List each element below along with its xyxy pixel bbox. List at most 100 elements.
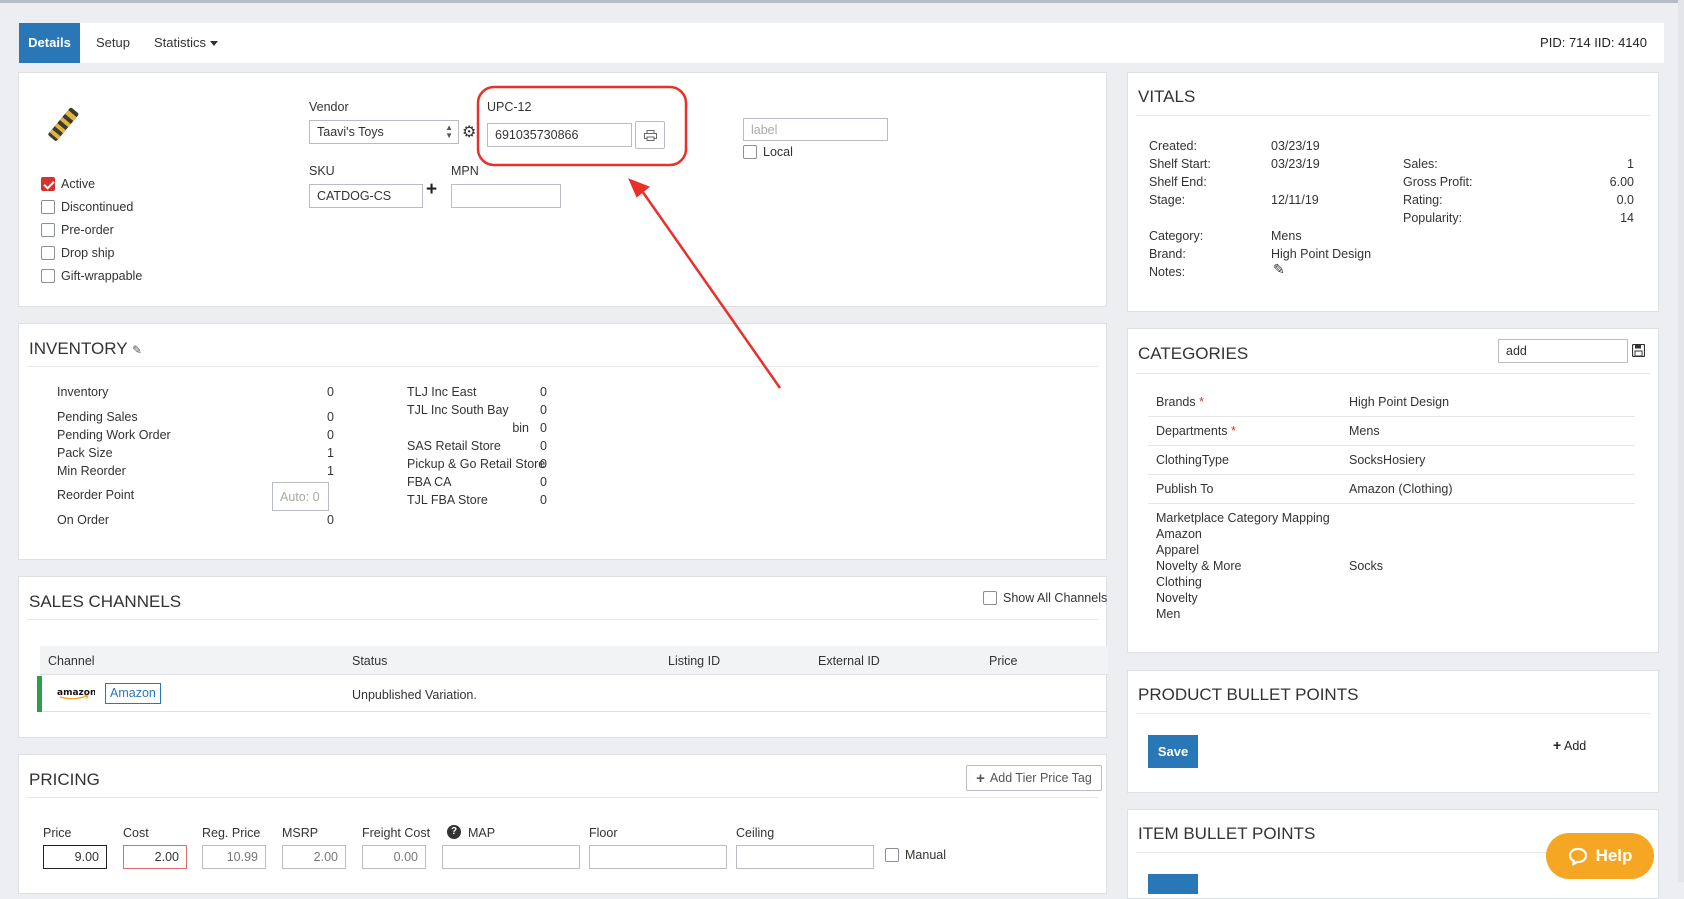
mapping-path-item: Apparel	[1156, 543, 1200, 557]
tab-statistics[interactable]: Statistics	[154, 23, 219, 63]
brand-label: Brand:	[1149, 247, 1186, 261]
table-row[interactable]	[37, 676, 1108, 712]
cost-field-value: 2.00	[154, 850, 179, 864]
mpn-label: MPN	[451, 164, 479, 178]
chevron-down-icon	[210, 41, 219, 47]
inventory-title-text: INVENTORY	[29, 339, 128, 358]
cost-field[interactable]: 2.00	[123, 845, 187, 869]
stage-value: 12/11/19	[1271, 193, 1319, 207]
sku-label: SKU	[309, 164, 335, 178]
mapping-path-item: Clothing	[1156, 575, 1202, 589]
sales-value: 1	[1627, 157, 1634, 171]
upc-field[interactable]: 691035730866	[487, 123, 632, 147]
column-header-status: Status	[352, 654, 388, 668]
chat-bubble-icon	[1568, 847, 1587, 866]
sales-label: Sales:	[1403, 157, 1438, 171]
vendor-select-value: Taavi's Toys	[317, 125, 384, 139]
sales-channels-title: SALES CHANNELS	[29, 592, 182, 611]
edit-notes-pencil-icon[interactable]: ✎	[1273, 261, 1285, 278]
rating-value: 0.0	[1616, 193, 1634, 207]
marketplace-mapping-heading: Marketplace Category Mapping	[1156, 511, 1330, 525]
price-field[interactable]: 9.00	[43, 845, 107, 869]
active-label: Active	[61, 177, 96, 191]
label-input[interactable]: label	[743, 118, 888, 141]
add-tier-price-tag-button[interactable]: + Add Tier Price Tag	[966, 765, 1102, 791]
column-header-price: Price	[989, 654, 1018, 668]
msrp-field[interactable]: 2.00	[282, 845, 346, 869]
edit-icon[interactable]: ✎	[132, 343, 142, 357]
add-category-input[interactable]: add	[1498, 339, 1628, 363]
pack-size-label: Pack Size	[57, 446, 113, 460]
category-row-value: Amazon (Clothing)	[1349, 482, 1453, 496]
product-thumbnail[interactable]	[43, 104, 83, 144]
add-sku-plus-icon[interactable]: +	[426, 179, 437, 201]
category-row-label: Departments *	[1156, 424, 1236, 438]
category-row-divider	[1148, 416, 1635, 417]
min-reorder-label: Min Reorder	[57, 464, 126, 478]
inventory-value: 0	[327, 385, 334, 399]
category-row-label-text: Departments	[1156, 424, 1228, 438]
warehouse-value: 0	[540, 439, 547, 453]
category-row-label: Brands *	[1156, 395, 1204, 409]
category-row-value: Mens	[1349, 424, 1380, 438]
gear-icon[interactable]: ⚙	[462, 122, 476, 142]
warehouse-label: TLJ Inc East	[407, 385, 477, 399]
reorder-point-input[interactable]: Auto: 0	[272, 482, 329, 511]
add-bullet-point-button[interactable]: + Add	[1553, 737, 1586, 753]
preorder-checkbox[interactable]	[41, 223, 55, 237]
item-bullet-save-button[interactable]	[1148, 874, 1198, 894]
question-icon[interactable]: ?	[447, 825, 461, 839]
vendor-select[interactable]: Taavi's Toys ▲ ▼	[309, 120, 459, 144]
tab-setup[interactable]: Setup	[96, 23, 130, 63]
giftwrappable-checkbox[interactable]	[41, 269, 55, 283]
svg-text:amazon: amazon	[57, 688, 95, 698]
save-icon[interactable]	[1632, 344, 1645, 357]
pack-size-value: 1	[327, 446, 334, 460]
discontinued-label: Discontinued	[61, 200, 134, 214]
ceiling-field[interactable]	[736, 845, 874, 869]
warehouse-label: Pickup & Go Retail Store	[407, 457, 546, 471]
sales-channels-divider	[27, 619, 1098, 620]
warehouse-label: TJL FBA Store	[407, 493, 488, 507]
amazon-channel-link[interactable]: Amazon	[105, 683, 161, 704]
freight-cost-field[interactable]: 0.00	[362, 845, 426, 869]
stage-label: Stage:	[1149, 193, 1186, 207]
category-row-value: High Point Design	[1349, 395, 1450, 409]
mpn-field[interactable]	[451, 184, 561, 208]
on-order-value: 0	[327, 513, 334, 527]
local-checkbox[interactable]	[743, 145, 757, 159]
ceiling-label: Ceiling	[736, 826, 775, 840]
channels-table-header	[40, 646, 1108, 675]
page-scrollbar[interactable]	[1678, 0, 1684, 882]
bin-value: 0	[540, 421, 547, 435]
warehouse-value: 0	[540, 457, 547, 471]
rating-label: Rating:	[1403, 193, 1443, 207]
discontinued-checkbox[interactable]	[41, 200, 55, 214]
print-barcode-button[interactable]	[635, 121, 665, 149]
help-button[interactable]: Help	[1546, 833, 1654, 879]
floor-field[interactable]	[589, 845, 727, 869]
inventory-panel: INVENTORY ✎ Inventory 0 Pending Sales 0 …	[18, 323, 1107, 560]
warehouse-label: SAS Retail Store	[407, 439, 501, 453]
tab-details[interactable]: Details	[19, 23, 80, 63]
dropship-checkbox[interactable]	[41, 246, 55, 260]
warehouse-value: 0	[540, 403, 547, 417]
active-checkbox[interactable]	[41, 177, 55, 191]
map-field[interactable]	[442, 845, 580, 869]
product-bullet-points-panel: PRODUCT BULLET POINTS Save + Add	[1127, 670, 1659, 793]
mapping-path-item: Amazon	[1156, 527, 1202, 541]
reg-price-field[interactable]: 10.99	[202, 845, 266, 869]
msrp-field-value: 2.00	[313, 850, 338, 864]
show-all-channels-checkbox[interactable]	[983, 591, 997, 605]
vitals-divider	[1136, 115, 1650, 116]
add-bullet-point-label: Add	[1563, 739, 1587, 753]
tab-statistics-label: Statistics	[154, 35, 207, 50]
category-row-label-text: Brands	[1156, 395, 1196, 409]
save-button[interactable]: Save	[1148, 735, 1198, 768]
sales-channels-panel: SALES CHANNELS Show All Channels Channel…	[18, 576, 1108, 738]
manual-checkbox[interactable]	[885, 848, 899, 862]
sku-field[interactable]: CATDOG-CS	[309, 184, 423, 208]
warehouse-value: 0	[540, 493, 547, 507]
price-label: Price	[43, 826, 72, 840]
notes-label: Notes:	[1149, 265, 1186, 279]
